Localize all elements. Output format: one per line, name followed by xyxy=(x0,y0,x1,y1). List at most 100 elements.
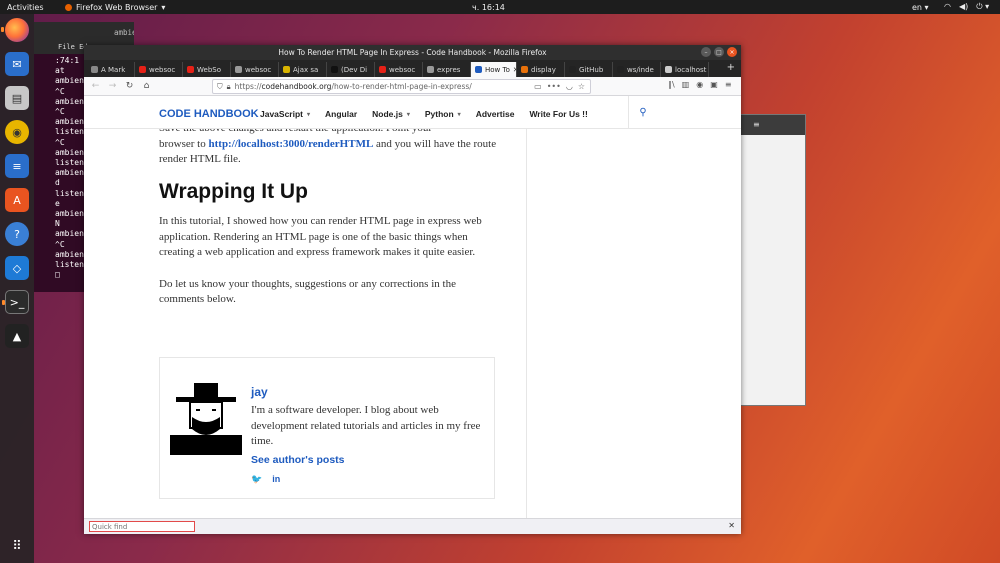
forward-icon[interactable]: → xyxy=(104,81,121,91)
clock[interactable]: ч. 16:14 xyxy=(472,3,505,12)
search-icon[interactable]: ⚲ xyxy=(628,96,657,129)
tab-label: A Mark xyxy=(101,65,126,74)
wifi-icon: ◠ xyxy=(944,2,951,11)
site-menu-item[interactable]: Advertise xyxy=(476,109,515,119)
browser-tab[interactable]: display xyxy=(517,62,565,77)
site-menu-label: Angular xyxy=(325,109,358,119)
tab-favicon-icon xyxy=(187,66,194,73)
site-menu-item[interactable]: Python ▾ xyxy=(425,109,461,119)
pocket-icon[interactable]: ◡ xyxy=(566,82,573,91)
site-header: CODE HANDBOOK JavaScript ▾ Angular Node.js ▾… xyxy=(84,96,741,129)
tab-label: Ajax sa xyxy=(293,65,319,74)
files-icon[interactable]: ▤ xyxy=(5,86,29,110)
author-avatar xyxy=(170,383,242,455)
browser-tab[interactable]: websoc xyxy=(231,62,279,77)
browser-tab[interactable]: localhost xyxy=(661,62,709,77)
vscode-icon[interactable]: ◇ xyxy=(5,256,29,280)
author-posts-link[interactable]: See author's posts xyxy=(251,454,345,466)
reader-view-icon[interactable]: ▭ xyxy=(534,82,542,91)
app-menu[interactable]: Firefox Web Browser ▾ xyxy=(65,3,165,12)
sidebar-icon[interactable]: ▥ xyxy=(682,80,690,89)
tab-favicon-icon xyxy=(379,66,386,73)
firefox-titlebar[interactable]: How To Render HTML Page In Express - Cod… xyxy=(84,45,741,60)
browser-tab[interactable]: (Dev Di xyxy=(327,62,375,77)
tab-label: websoc xyxy=(245,65,272,74)
system-tray[interactable]: ◠ ◀) ⏻ ▾ xyxy=(944,2,989,12)
background-window-titlebar[interactable]: ≡ xyxy=(741,115,805,135)
site-menu-item[interactable]: Angular xyxy=(325,109,357,119)
hamburger-menu-icon[interactable]: ≡ xyxy=(725,80,732,89)
back-icon[interactable]: ← xyxy=(87,81,104,91)
browser-tab[interactable]: ws/inde xyxy=(613,62,661,77)
chevron-down-icon: ▾ xyxy=(406,111,410,118)
browser-tab[interactable]: How To✕ xyxy=(471,62,517,77)
extensions-icon[interactable]: ▣ xyxy=(710,80,718,89)
site-menu-label: Node.js xyxy=(372,109,403,119)
tab-favicon-icon xyxy=(235,66,242,73)
find-bar: ✕ xyxy=(84,518,741,534)
chevron-down-icon: ▾ xyxy=(457,111,461,118)
author-bio: I'm a software developer. I blog about w… xyxy=(251,404,481,447)
tab-favicon-icon xyxy=(91,66,98,73)
site-menu-item[interactable]: Write For Us !! xyxy=(529,109,587,119)
menu-icon[interactable]: ≡ xyxy=(753,120,760,129)
browser-tab[interactable]: expres xyxy=(423,62,471,77)
tab-label: How To xyxy=(485,65,510,74)
page-actions-icon[interactable]: ••• xyxy=(547,82,561,91)
terminal-icon[interactable]: >_ xyxy=(2,290,29,314)
site-menu-item[interactable]: Node.js ▾ xyxy=(372,109,410,119)
tab-label: localhost xyxy=(675,65,707,74)
quick-find-input[interactable] xyxy=(89,521,195,532)
firefox-icon[interactable] xyxy=(1,18,29,42)
sidebar-divider xyxy=(526,129,527,518)
minimize-button[interactable]: – xyxy=(701,47,711,57)
twitter-icon[interactable]: 🐦 xyxy=(251,474,262,485)
dock: ✉ ▤ ◉ ≡ A ? ◇ >_ ▲ ⠿ xyxy=(0,14,34,563)
browser-tab[interactable]: Ajax sa xyxy=(279,62,327,77)
home-icon[interactable]: ⌂ xyxy=(138,81,155,91)
render-html-link[interactable]: http://localhost:3000/renderHTML xyxy=(209,138,374,150)
tab-favicon-icon xyxy=(665,66,672,73)
author-name[interactable]: jay xyxy=(251,385,268,399)
background-window[interactable]: ≡ xyxy=(740,114,806,406)
author-box: jay I'm a software developer. I blog abo… xyxy=(159,357,495,499)
find-bar-close-icon[interactable]: ✕ xyxy=(728,521,735,530)
browser-tab[interactable]: A Mark xyxy=(87,62,135,77)
browser-tab[interactable]: websoc xyxy=(375,62,423,77)
browser-tab[interactable]: WebSo xyxy=(183,62,231,77)
library-icon[interactable]: ∥\ xyxy=(668,80,675,89)
site-menu-item[interactable]: JavaScript ▾ xyxy=(260,109,310,119)
site-menu: JavaScript ▾ Angular Node.js ▾ Python ▾ Adverti… xyxy=(260,109,603,119)
site-brand[interactable]: CODE HANDBOOK xyxy=(159,108,259,120)
maximize-button[interactable]: □ xyxy=(714,47,724,57)
tab-label: GitHub xyxy=(579,65,604,74)
activities-button[interactable]: Activities xyxy=(7,3,44,12)
paragraph-comments: Do let us know your thoughts, suggestion… xyxy=(159,277,456,306)
tab-label: WebSo xyxy=(197,65,221,74)
lock-icon[interactable]: 🔒︎ xyxy=(227,82,231,92)
shield-icon[interactable]: ⛉ xyxy=(217,82,223,92)
account-icon[interactable]: ◉ xyxy=(696,80,703,89)
bookmark-star-icon[interactable]: ☆ xyxy=(578,82,585,91)
writer-icon[interactable]: ≡ xyxy=(5,154,29,178)
terminal-title: ambientsoft02@ambientsoft02: /var/www/ht… xyxy=(34,22,134,42)
url-bar[interactable]: ⛉ 🔒︎ https://codehandbook.org/how-to-ren… xyxy=(212,79,591,94)
reload-icon[interactable]: ↻ xyxy=(121,81,138,91)
close-button[interactable]: × xyxy=(727,47,737,57)
site-menu-label: Write For Us !! xyxy=(529,109,588,119)
linkedin-icon[interactable]: in xyxy=(272,474,280,485)
software-center-icon[interactable]: A xyxy=(5,188,29,212)
thunderbird-icon[interactable]: ✉ xyxy=(5,52,29,76)
tab-favicon-icon xyxy=(331,66,338,73)
browser-tab[interactable]: websoc xyxy=(135,62,183,77)
browser-tab[interactable]: GitHub xyxy=(565,62,613,77)
power-icon: ⏻ ▾ xyxy=(976,2,990,11)
tab-label: display xyxy=(531,65,556,74)
rhythmbox-icon[interactable]: ◉ xyxy=(5,120,29,144)
new-tab-button[interactable]: + xyxy=(727,62,735,73)
language-indicator[interactable]: en ▾ xyxy=(912,3,929,12)
tab-favicon-icon xyxy=(283,66,290,73)
help-icon[interactable]: ? xyxy=(5,222,29,246)
inkscape-icon[interactable]: ▲ xyxy=(5,324,29,348)
show-apps-icon[interactable]: ⠿ xyxy=(5,534,29,558)
